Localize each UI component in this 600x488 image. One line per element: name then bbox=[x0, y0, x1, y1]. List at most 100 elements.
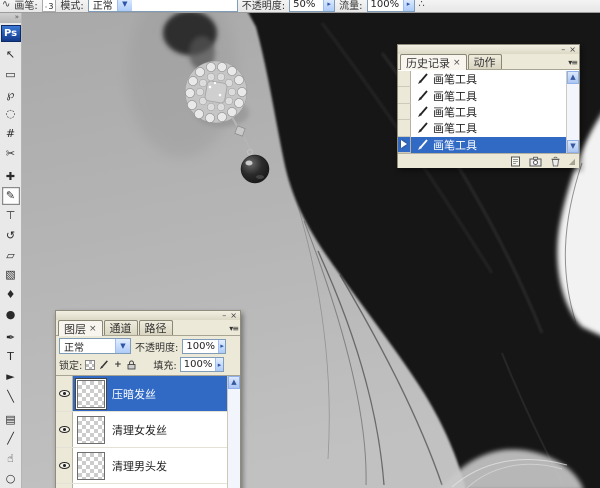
history-source-well[interactable] bbox=[398, 103, 411, 121]
flow-value: 100% bbox=[370, 0, 400, 10]
layer-name[interactable]: 压暗发丝 bbox=[112, 386, 156, 402]
pen-tool[interactable]: ✒ bbox=[2, 328, 20, 346]
quick-selection-tool[interactable]: ◌ bbox=[2, 105, 20, 123]
slider-arrow-icon[interactable]: ▸ bbox=[217, 339, 226, 353]
close-icon[interactable]: × bbox=[569, 45, 576, 54]
move-tool[interactable]: ↖ bbox=[2, 46, 20, 64]
layer-row-partial[interactable] bbox=[56, 484, 227, 488]
scroll-down-icon[interactable]: ▼ bbox=[567, 140, 579, 153]
history-brush-tool[interactable]: ↺ bbox=[2, 226, 20, 244]
visibility-toggle[interactable] bbox=[56, 412, 73, 447]
crop-tool[interactable]: # bbox=[2, 125, 20, 143]
brush-label: 画笔: bbox=[14, 0, 38, 12]
panel-menu-icon[interactable]: ▾≡ bbox=[568, 58, 578, 67]
healing-brush-tool[interactable]: ✚ bbox=[2, 167, 20, 185]
history-item-label: 画笔工具 bbox=[433, 138, 477, 152]
eye-icon bbox=[58, 426, 70, 433]
scroll-up-icon[interactable]: ▲ bbox=[567, 71, 579, 84]
layer-opacity-input[interactable]: 100% ▸ bbox=[182, 338, 227, 354]
scroll-up-icon[interactable]: ▲ bbox=[228, 376, 240, 389]
history-panel: – × 历史记录 × 动作 ▾≡ 画笔工具 画笔工具 画笔工具 画笔工具 画笔工… bbox=[397, 44, 580, 168]
history-item[interactable]: 画笔工具 bbox=[398, 120, 566, 137]
type-tool[interactable]: T bbox=[2, 348, 20, 366]
new-snapshot-icon[interactable] bbox=[529, 156, 542, 167]
hand-tool[interactable]: ☝ bbox=[2, 450, 20, 468]
clone-stamp-tool[interactable]: ⊤ bbox=[2, 207, 20, 225]
history-item-label: 画笔工具 bbox=[433, 73, 477, 87]
tab-actions[interactable]: 动作 bbox=[467, 54, 502, 69]
visibility-toggle[interactable] bbox=[56, 376, 73, 411]
lasso-tool[interactable]: ℘ bbox=[2, 85, 20, 103]
layers-scrollbar[interactable]: ▲ bbox=[227, 376, 240, 488]
layer-row[interactable]: 清理女发丝 bbox=[56, 412, 227, 448]
blend-mode-select[interactable]: 正常 ▼ bbox=[87, 0, 238, 12]
tab-history[interactable]: 历史记录 × bbox=[400, 54, 467, 70]
minimize-icon[interactable]: – bbox=[222, 311, 226, 320]
brush-preset-picker[interactable]: · 3 bbox=[41, 0, 57, 12]
layer-name[interactable]: 清理女发丝 bbox=[112, 422, 167, 438]
tab-history-label: 历史记录 bbox=[406, 56, 450, 70]
history-source-well[interactable] bbox=[398, 136, 411, 154]
layer-row[interactable]: 清理男头发 bbox=[56, 448, 227, 484]
toolbox-collapse-bar[interactable]: » bbox=[0, 13, 21, 23]
tool-options-bar: ∿ 画笔: · 3 模式: 正常 ▼ 不透明度: 50% ▸ 流量: 100% … bbox=[0, 0, 600, 13]
eyedropper-tool[interactable]: ╱ bbox=[2, 430, 20, 448]
path-selection-tool[interactable]: ► bbox=[2, 368, 20, 386]
slider-arrow-icon[interactable]: ▸ bbox=[215, 358, 223, 371]
notes-tool[interactable]: ▤ bbox=[2, 410, 20, 428]
lock-all-icon[interactable] bbox=[126, 359, 137, 370]
tab-close-icon[interactable]: × bbox=[89, 324, 97, 334]
lock-pixels-icon[interactable] bbox=[98, 359, 109, 370]
chevron-down-icon[interactable]: ▼ bbox=[116, 0, 132, 11]
history-item[interactable]: 画笔工具 bbox=[398, 87, 566, 104]
slice-tool[interactable]: ✂ bbox=[2, 144, 20, 162]
panel-menu-icon[interactable]: ▾≡ bbox=[229, 324, 239, 333]
close-icon[interactable]: × bbox=[230, 311, 237, 320]
fill-label: 填充: bbox=[153, 361, 177, 372]
flow-input[interactable]: 100% ▸ bbox=[366, 0, 415, 12]
layer-blend-mode-select[interactable]: 正常 ▼ bbox=[59, 338, 131, 354]
gradient-tool[interactable]: ▧ bbox=[2, 266, 20, 284]
tab-actions-label: 动作 bbox=[473, 56, 496, 69]
airbrush-toggle-icon[interactable]: ∴ bbox=[419, 0, 425, 10]
layer-row-selected[interactable]: 压暗发丝 bbox=[56, 376, 227, 412]
slider-arrow-icon[interactable]: ▸ bbox=[402, 0, 414, 11]
opacity-input[interactable]: 50% ▸ bbox=[289, 0, 336, 12]
line-tool[interactable]: ╲ bbox=[2, 387, 20, 405]
history-scrollbar[interactable]: ▲ ▼ bbox=[566, 71, 579, 153]
layer-thumbnail[interactable] bbox=[77, 451, 105, 480]
tab-paths[interactable]: 路径 bbox=[138, 320, 173, 335]
history-item-selected[interactable]: 画笔工具 bbox=[398, 136, 566, 154]
lock-position-icon[interactable]: + bbox=[112, 359, 123, 370]
lock-transparency-icon[interactable] bbox=[85, 359, 96, 370]
tab-close-icon[interactable]: × bbox=[453, 58, 461, 68]
minimize-icon[interactable]: – bbox=[561, 45, 565, 54]
resize-grip-icon[interactable]: ◢ bbox=[569, 157, 575, 166]
chevron-down-icon[interactable]: ▼ bbox=[115, 339, 130, 353]
tab-layers[interactable]: 图层 × bbox=[58, 320, 103, 336]
tab-channels[interactable]: 通道 bbox=[103, 320, 138, 335]
brush-tool[interactable]: ✎ bbox=[1, 186, 20, 205]
layer-name[interactable]: 清理男头发 bbox=[112, 458, 167, 474]
rectangular-marquee-tool[interactable]: ▭ bbox=[2, 65, 20, 83]
flow-label: 流量: bbox=[339, 0, 363, 12]
visibility-toggle[interactable] bbox=[56, 484, 73, 488]
new-document-from-state-icon[interactable] bbox=[509, 156, 522, 167]
tool-preset-icon[interactable]: ∿ bbox=[2, 0, 10, 10]
history-item[interactable]: 画笔工具 bbox=[398, 103, 566, 121]
layer-fill-input[interactable]: 100% ▸ bbox=[179, 357, 224, 372]
zoom-tool[interactable]: ○ bbox=[2, 469, 20, 487]
history-source-well[interactable] bbox=[398, 71, 411, 88]
visibility-toggle[interactable] bbox=[56, 448, 73, 483]
trash-icon[interactable] bbox=[549, 156, 562, 167]
dodge-tool[interactable]: ● bbox=[2, 305, 20, 323]
history-source-well[interactable] bbox=[398, 87, 411, 104]
history-item[interactable]: 画笔工具 bbox=[398, 71, 566, 88]
eraser-tool[interactable]: ▱ bbox=[2, 246, 20, 264]
layer-thumbnail[interactable] bbox=[77, 415, 105, 444]
eye-icon bbox=[58, 390, 70, 397]
layer-thumbnail[interactable] bbox=[77, 379, 105, 408]
slider-arrow-icon[interactable]: ▸ bbox=[323, 0, 335, 11]
history-source-well[interactable] bbox=[398, 120, 411, 137]
blur-tool[interactable]: ♦ bbox=[2, 286, 20, 304]
